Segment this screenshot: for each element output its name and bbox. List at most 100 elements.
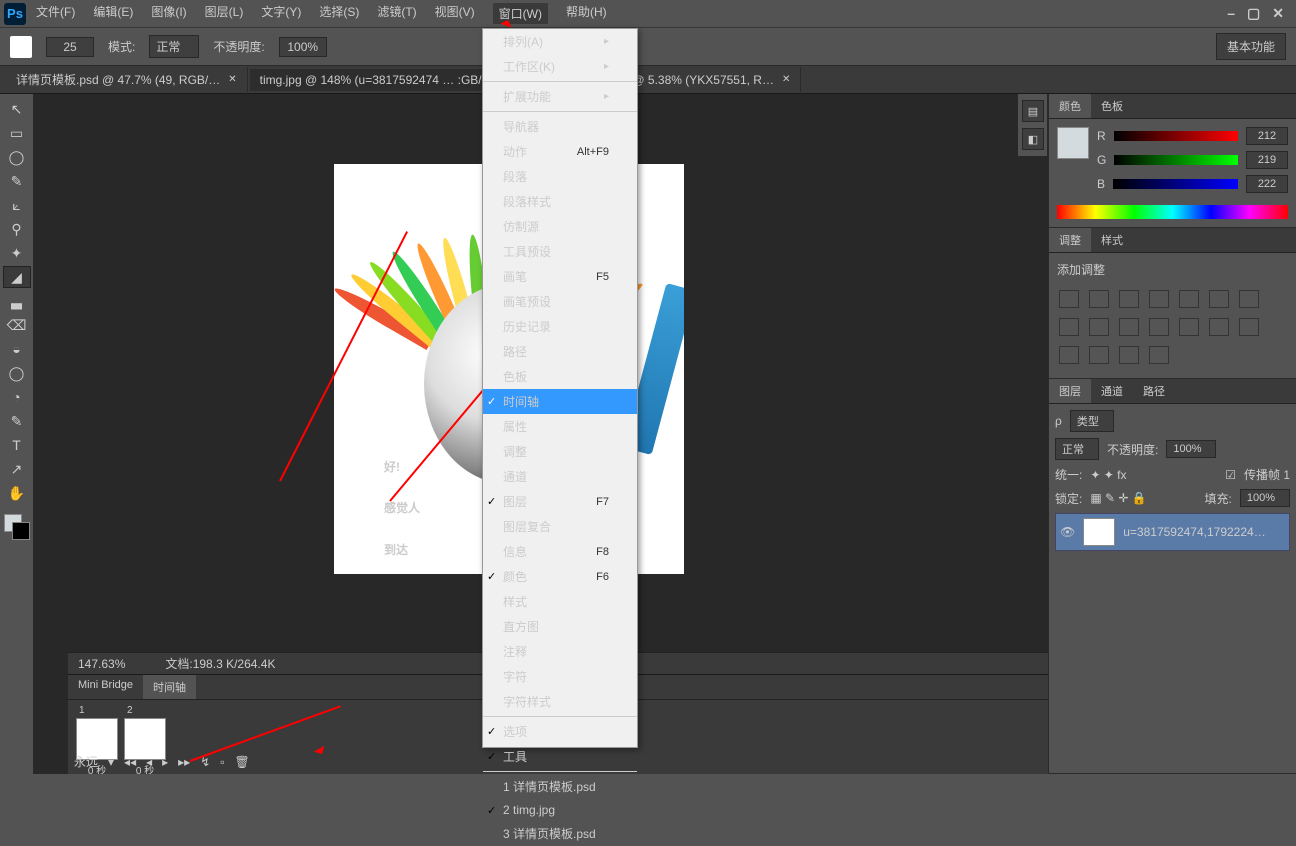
bottom-tab-1[interactable]: 时间轴: [143, 675, 196, 699]
adjust-icon-11[interactable]: [1179, 318, 1199, 336]
visibility-icon[interactable]: 👁: [1060, 525, 1075, 539]
menu-1[interactable]: 编辑(E): [93, 3, 133, 24]
menu-item-1psd[interactable]: 1 详情页模板.psd: [483, 774, 637, 799]
tool-3[interactable]: ✎: [3, 170, 31, 192]
adjust-icon-10[interactable]: [1149, 318, 1169, 336]
tab-close-2[interactable]: ✕: [782, 74, 790, 85]
blend-mode-select[interactable]: 正常: [149, 35, 199, 58]
tool-2[interactable]: ◯: [3, 146, 31, 168]
tab-swatches[interactable]: 色板: [1091, 94, 1133, 118]
workspace-switcher[interactable]: 基本功能: [1216, 33, 1286, 60]
layer-blend-select[interactable]: 正常: [1055, 438, 1099, 460]
menu-item-[interactable]: 仿制源: [483, 214, 637, 239]
menu-9[interactable]: 帮助(H): [566, 3, 607, 24]
adjust-icon-9[interactable]: [1119, 318, 1139, 336]
prev-frame-button[interactable]: ◂: [146, 755, 152, 769]
first-frame-button[interactable]: ◂◂: [124, 755, 136, 769]
menu-item-[interactable]: 样式: [483, 589, 637, 614]
tween-button[interactable]: ↯: [200, 755, 210, 769]
menu-item-[interactable]: 历史记录: [483, 314, 637, 339]
adjust-icon-6[interactable]: [1239, 290, 1259, 308]
menu-item-[interactable]: 画笔F5: [483, 264, 637, 289]
menu-item-[interactable]: 导航器: [483, 114, 637, 139]
menu-item-[interactable]: 通道: [483, 464, 637, 489]
menu-item-[interactable]: ✓选项: [483, 719, 637, 744]
adjust-icon-7[interactable]: [1059, 318, 1079, 336]
layer-fill-input[interactable]: 100%: [1240, 489, 1290, 507]
menu-item-[interactable]: 动作Alt+F9: [483, 139, 637, 164]
layer-name[interactable]: u=3817592474,1792224…: [1123, 525, 1265, 539]
tool-12[interactable]: ◔: [3, 386, 31, 408]
adjust-icon-5[interactable]: [1209, 290, 1229, 308]
tool-11[interactable]: ◯: [3, 362, 31, 384]
menu-item-[interactable]: 段落: [483, 164, 637, 189]
tab-color[interactable]: 颜色: [1049, 94, 1091, 118]
menu-item-[interactable]: 段落样式: [483, 189, 637, 214]
menu-6[interactable]: 滤镜(T): [377, 3, 416, 24]
menu-item-A[interactable]: 排列(A)▸: [483, 29, 637, 54]
menu-item-[interactable]: 路径: [483, 339, 637, 364]
brush-size[interactable]: 25: [46, 37, 94, 57]
adjust-icon-16[interactable]: [1119, 346, 1139, 364]
menu-item-[interactable]: 字符: [483, 664, 637, 689]
adjust-icon-14[interactable]: [1059, 346, 1079, 364]
loop-select[interactable]: 永远: [74, 753, 98, 770]
properties-dock-icon[interactable]: ◧: [1022, 128, 1044, 150]
layer-kind-filter[interactable]: 类型: [1070, 410, 1114, 432]
adjust-icon-17[interactable]: [1149, 346, 1169, 364]
menu-4[interactable]: 文字(Y): [261, 3, 301, 24]
tool-5[interactable]: ⚲: [3, 218, 31, 240]
minimize-button[interactable]: –: [1227, 5, 1235, 22]
menu-5[interactable]: 选择(S): [319, 3, 359, 24]
menu-7[interactable]: 视图(V): [435, 3, 475, 24]
adjust-icon-1[interactable]: [1089, 290, 1109, 308]
tool-13[interactable]: ✎: [3, 410, 31, 432]
layer-opacity-input[interactable]: 100%: [1166, 440, 1216, 458]
history-dock-icon[interactable]: ▤: [1022, 100, 1044, 122]
delete-frame-button[interactable]: 🗑: [235, 755, 250, 769]
adjust-icon-0[interactable]: [1059, 290, 1079, 308]
menu-item-[interactable]: 直方图: [483, 614, 637, 639]
menu-item-[interactable]: 工具预设: [483, 239, 637, 264]
tool-16[interactable]: ✋: [3, 482, 31, 504]
tool-1[interactable]: ▭: [3, 122, 31, 144]
b-value[interactable]: 222: [1246, 175, 1288, 193]
menu-item-[interactable]: 调整: [483, 439, 637, 464]
new-frame-button[interactable]: ▫: [220, 755, 224, 769]
menu-item-[interactable]: 画笔预设: [483, 289, 637, 314]
tool-15[interactable]: ↗: [3, 458, 31, 480]
next-frame-button[interactable]: ▸▸: [178, 755, 190, 769]
adjust-icon-4[interactable]: [1179, 290, 1199, 308]
adjust-icon-8[interactable]: [1089, 318, 1109, 336]
tool-preset-icon[interactable]: [10, 36, 32, 58]
tool-0[interactable]: ↖: [3, 98, 31, 120]
tab-layers[interactable]: 图层: [1049, 379, 1091, 403]
menu-item-[interactable]: 色板: [483, 364, 637, 389]
adjust-icon-15[interactable]: [1089, 346, 1109, 364]
opacity-input[interactable]: 100%: [279, 37, 327, 57]
menu-item-[interactable]: 信息F8: [483, 539, 637, 564]
adjust-icon-3[interactable]: [1149, 290, 1169, 308]
layer-thumbnail[interactable]: [1083, 518, 1115, 546]
g-value[interactable]: 219: [1246, 151, 1288, 169]
menu-item-[interactable]: ✓时间轴: [483, 389, 637, 414]
zoom-level[interactable]: 147.63%: [78, 657, 125, 671]
color-spectrum[interactable]: [1057, 205, 1288, 219]
menu-item-K[interactable]: 工作区(K)▸: [483, 54, 637, 79]
tool-14[interactable]: T: [3, 434, 31, 456]
tab-paths[interactable]: 路径: [1133, 379, 1175, 403]
menu-item-[interactable]: 图层复合: [483, 514, 637, 539]
fg-color-swatch[interactable]: [1057, 127, 1089, 159]
play-button[interactable]: ▸: [162, 755, 168, 769]
adjust-icon-2[interactable]: [1119, 290, 1139, 308]
doc-tab-0[interactable]: 详情页模板.psd @ 47.7% (49, RGB/…✕: [6, 67, 248, 92]
menu-item-[interactable]: ✓工具: [483, 744, 637, 769]
tab-close-0[interactable]: ✕: [228, 74, 236, 85]
close-button[interactable]: ✕: [1272, 5, 1284, 22]
menu-3[interactable]: 图层(L): [205, 3, 244, 24]
tool-6[interactable]: ✦: [3, 242, 31, 264]
menu-item-3psd[interactable]: 3 详情页模板.psd: [483, 821, 637, 846]
layer-row[interactable]: 👁 u=3817592474,1792224…: [1055, 513, 1290, 551]
menu-item-[interactable]: 扩展功能▸: [483, 84, 637, 109]
adjust-icon-12[interactable]: [1209, 318, 1229, 336]
